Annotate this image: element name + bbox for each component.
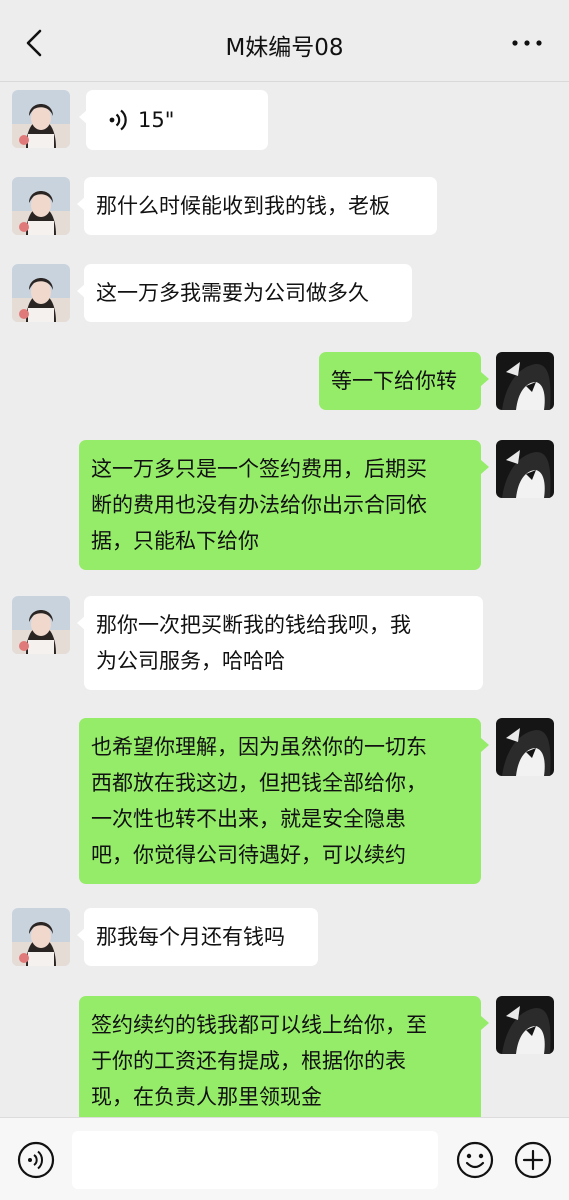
message-list[interactable]: 15" 那什么时候能收到我的钱，老板 这一万多我需要为公司做多久 等一下给你转 …: [0, 82, 569, 1117]
page-title: M妹编号08: [225, 35, 344, 61]
message-input[interactable]: [72, 1131, 438, 1189]
more-dots-icon: [512, 40, 542, 46]
more-button[interactable]: [507, 30, 547, 56]
message-line: 签约续约的钱我都可以线上给你，至: [91, 1013, 427, 1037]
outgoing-message[interactable]: 签约续约的钱我都可以线上给你，至 于你的工资还有提成，根据你的表 现，在负责人那…: [79, 996, 489, 1117]
message-line: 西都放在我这边，但把钱全部给你，: [91, 771, 427, 795]
plus-icon: [514, 1141, 552, 1179]
contact-avatar[interactable]: [12, 264, 70, 322]
emoji-icon: [456, 1141, 494, 1179]
outgoing-message[interactable]: 等一下给你转: [319, 352, 489, 410]
voice-message[interactable]: 15": [79, 90, 268, 150]
incoming-message[interactable]: 那我每个月还有钱吗: [77, 908, 318, 966]
contact-avatar[interactable]: [12, 596, 70, 654]
outgoing-message[interactable]: 也希望你理解，因为虽然你的一切东 西都放在我这边，但把钱全部给你， 一次性也转不…: [79, 718, 489, 884]
outgoing-message[interactable]: 这一万多只是一个签约费用，后期买 断的费用也没有办法给你出示合同依 据，只能私下…: [79, 440, 489, 570]
message-line: 于你的工资还有提成，根据你的表: [91, 1049, 406, 1073]
user-avatar[interactable]: [496, 352, 554, 410]
contact-avatar[interactable]: [12, 908, 70, 966]
message-text: 等一下给你转: [331, 369, 457, 393]
user-avatar[interactable]: [496, 440, 554, 498]
emoji-button[interactable]: [455, 1140, 495, 1180]
message-text: 那我每个月还有钱吗: [96, 925, 285, 949]
message-line: 为公司服务，哈哈哈: [96, 649, 285, 673]
message-line: 这一万多只是一个签约费用，后期买: [91, 457, 427, 481]
message-text: 这一万多我需要为公司做多久: [96, 281, 369, 305]
more-functions-button[interactable]: [513, 1140, 553, 1180]
message-text: 那什么时候能收到我的钱，老板: [96, 194, 390, 218]
user-avatar[interactable]: [496, 718, 554, 776]
chat-header: M妹编号08: [0, 0, 569, 82]
incoming-message[interactable]: 那什么时候能收到我的钱，老板: [77, 177, 437, 235]
incoming-message[interactable]: 这一万多我需要为公司做多久: [77, 264, 412, 322]
contact-avatar[interactable]: [12, 90, 70, 148]
voice-duration: 15": [138, 108, 175, 132]
message-line: 那你一次把买断我的钱给我呗，我: [96, 613, 411, 637]
message-line: 也希望你理解，因为虽然你的一切东: [91, 735, 427, 759]
message-line: 一次性也转不出来，就是安全隐患: [91, 807, 406, 831]
contact-avatar[interactable]: [12, 177, 70, 235]
voice-input-button[interactable]: [16, 1140, 56, 1180]
message-line: 吧，你觉得公司待遇好，可以续约: [91, 843, 406, 867]
voice-icon: [17, 1141, 55, 1179]
message-line: 现，在负责人那里领现金: [91, 1085, 322, 1109]
user-avatar[interactable]: [496, 996, 554, 1054]
voice-wave-icon: [109, 109, 127, 131]
input-bar: [0, 1117, 569, 1200]
message-line: 断的费用也没有办法给你出示合同依: [91, 493, 427, 517]
message-line: 据，只能私下给你: [91, 529, 259, 553]
incoming-message[interactable]: 那你一次把买断我的钱给我呗，我 为公司服务，哈哈哈: [77, 596, 483, 690]
